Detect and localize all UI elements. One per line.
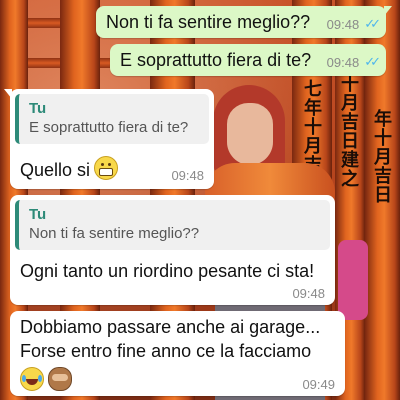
read-receipt-icon: ✓✓ (364, 16, 381, 31)
message-meta: 09:48 ✓✓ (326, 16, 381, 32)
message-text: Ogni tanto un riordino pesante ci sta! (20, 261, 315, 281)
message-bubble-incoming[interactable]: Tu E soprattutto fiera di te? Quello si … (4, 89, 214, 189)
read-receipt-icon: ✓✓ (364, 54, 381, 69)
message-time: 09:48 (171, 168, 204, 183)
message-time: 09:49 (302, 377, 335, 392)
message-text: Non ti fa sentire meglio?? (106, 12, 311, 32)
message-time: 09:48 (326, 54, 360, 70)
message-time: 09:48 (326, 16, 360, 32)
see-no-evil-monkey-icon (48, 367, 73, 391)
message-bubble-outgoing[interactable]: E soprattutto fiera di te? 09:48 ✓✓ (110, 44, 386, 76)
quote-text: Non ti fa sentire meglio?? (29, 225, 200, 242)
tears-of-joy-icon (20, 367, 44, 391)
message-meta: 09:48 ✓✓ (326, 54, 381, 70)
message-text: Quello si (20, 160, 91, 180)
quote-author: Tu (29, 100, 47, 117)
quote-text: E soprattutto fiera di te? (29, 119, 189, 136)
message-bubble-incoming[interactable]: Dobbiamo passare anche ai garage... Fors… (10, 311, 345, 396)
quote-author: Tu (29, 206, 47, 223)
message-text: E soprattutto fiera di te? (120, 50, 312, 70)
message-meta: 09:49 (302, 377, 335, 392)
pillar-inscription: 年十月吉日 (374, 109, 392, 206)
pink-bag (338, 240, 368, 320)
grimacing-face-icon (94, 156, 119, 180)
message-time: 09:48 (292, 286, 325, 301)
message-bubble-outgoing[interactable]: Non ti fa sentire meglio?? 09:48 ✓✓ (96, 6, 392, 38)
message-text-line: Forse entro fine anno ce la facciamo (20, 341, 312, 361)
message-meta: 09:48 (292, 286, 325, 301)
message-bubble-incoming[interactable]: Tu Non ti fa sentire meglio?? Ogni tanto… (10, 195, 335, 305)
message-text-line: Dobbiamo passare anche ai garage... (20, 317, 321, 337)
quoted-message[interactable]: Tu Non ti fa sentire meglio?? (15, 200, 330, 250)
quoted-message[interactable]: Tu E soprattutto fiera di te? (15, 94, 209, 144)
message-meta: 09:48 (171, 168, 204, 183)
